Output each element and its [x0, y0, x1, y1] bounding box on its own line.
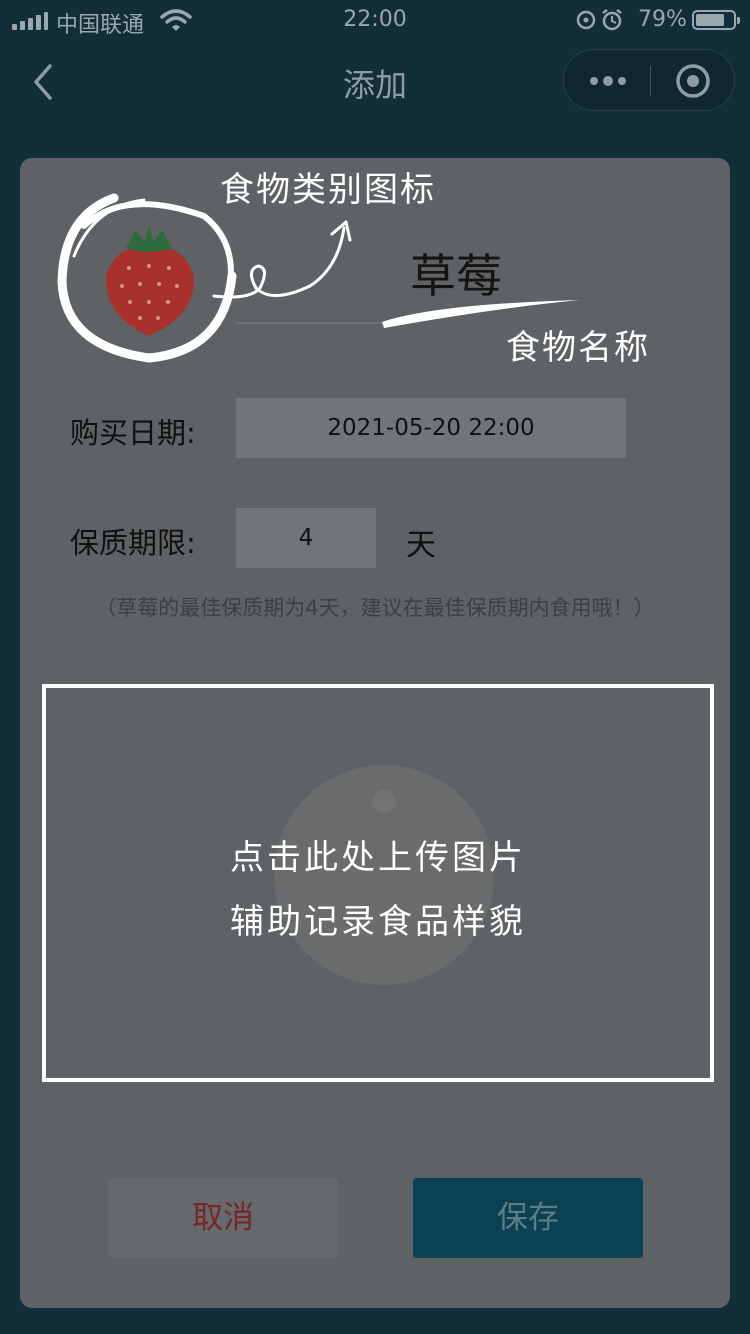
shelf-life-input[interactable]: 4: [236, 508, 376, 568]
capsule-divider: [650, 66, 651, 96]
cancel-button[interactable]: 取消: [108, 1178, 338, 1258]
close-miniprogram-icon[interactable]: [674, 62, 712, 100]
battery-icon: [692, 10, 740, 30]
save-button[interactable]: 保存: [413, 1178, 643, 1258]
shelf-life-unit: 天: [406, 528, 436, 563]
annotation-arrow-icon: [212, 220, 352, 299]
alarm-icon: [576, 9, 622, 31]
status-bar: 中国联通 22:00 79%: [0, 0, 750, 40]
image-upload-area[interactable]: 点击此处上传图片 辅助记录食品样貌: [42, 684, 714, 1082]
add-food-card: 食物类别图标 草莓 食物名称 购买日期: 2021-05-20 22:00 保质…: [20, 158, 730, 1308]
food-name-annotation: 食物名称: [506, 328, 650, 368]
purchase-date-picker[interactable]: 2021-05-20 22:00: [236, 398, 626, 458]
shelf-life-label: 保质期限:: [70, 526, 196, 560]
purchase-date-label: 购买日期:: [70, 416, 196, 450]
battery-percent: 79%: [638, 7, 687, 32]
upload-hint-line1: 点击此处上传图片: [230, 838, 526, 878]
food-name-underline: [236, 322, 386, 324]
upload-hint-line2: 辅助记录食品样貌: [230, 902, 526, 942]
shelf-life-hint: （草莓的最佳保质期为4天，建议在最佳保质期内食用哦！）: [95, 596, 655, 620]
more-icon[interactable]: [564, 50, 650, 110]
nav-bar: 添加: [0, 40, 750, 124]
category-icon-annotation: 食物类别图标: [220, 170, 436, 210]
mini-program-capsule: [563, 49, 735, 111]
